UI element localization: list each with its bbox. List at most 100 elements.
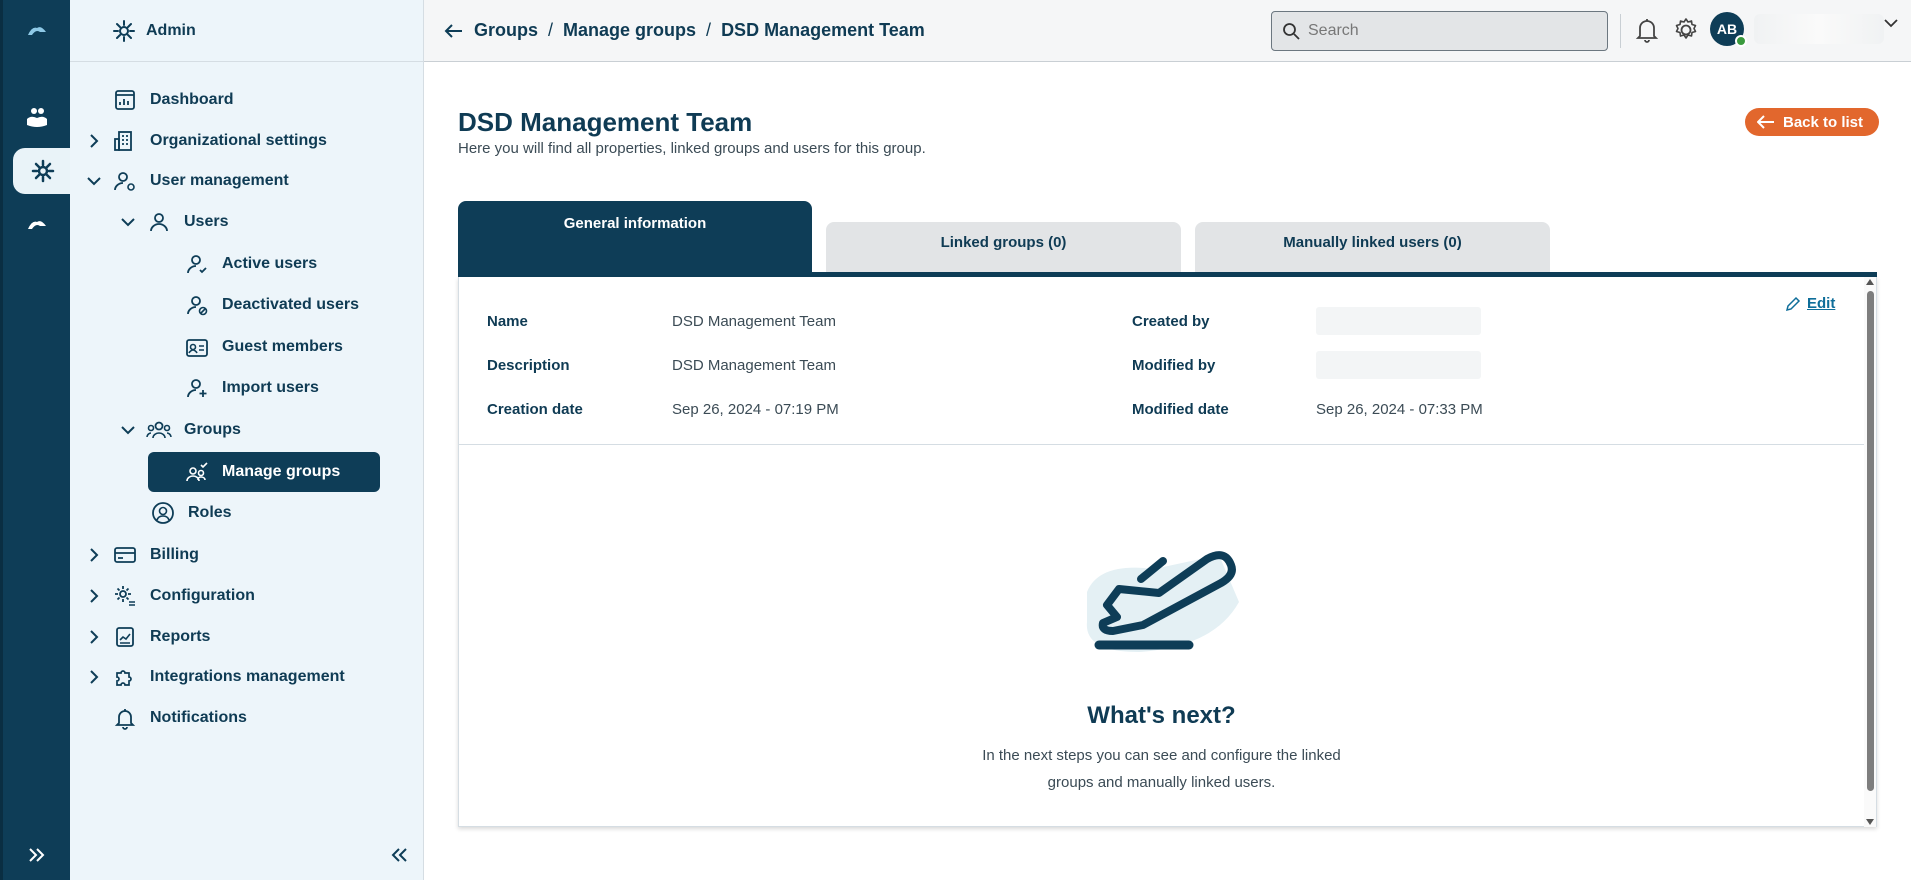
name-value: DSD Management Team (672, 313, 836, 330)
sidebar: Admin Dashboard Organizational settings … (70, 0, 424, 880)
breadcrumb-current: DSD Management Team (721, 20, 925, 40)
chevron-down-icon[interactable] (116, 418, 140, 442)
app-rail (0, 0, 73, 880)
sidebar-item-label: Integrations management (150, 668, 345, 685)
creation-date-value: Sep 26, 2024 - 07:19 PM (672, 401, 839, 418)
empty-state-description: In the next steps you can see and config… (982, 747, 1341, 791)
modified-date-label: Modified date (1132, 401, 1229, 418)
search-box[interactable] (1271, 11, 1608, 51)
sidebar-title: Admin (146, 21, 196, 39)
sidebar-item-label: Import users (222, 379, 319, 396)
description-label: Description (487, 357, 570, 374)
chevron-right-icon[interactable] (82, 129, 106, 153)
scrollbar-thumb[interactable] (1867, 291, 1874, 791)
sidebar-item-user-management[interactable]: User management (82, 161, 289, 201)
notifications-bell-icon[interactable] (1632, 14, 1662, 46)
modified-by-value-redacted (1316, 351, 1481, 379)
building-icon (112, 128, 138, 154)
chevron-right-icon[interactable] (82, 665, 106, 689)
modified-date-value: Sep 26, 2024 - 07:33 PM (1316, 401, 1483, 418)
back-arrow-icon[interactable] (444, 23, 464, 39)
sidebar-item-integrations-management[interactable]: Integrations management (82, 657, 345, 697)
chevron-right-icon[interactable] (82, 625, 106, 649)
online-status-dot (1735, 35, 1747, 47)
user-circle-icon (150, 500, 176, 526)
edit-button[interactable]: Edit (1785, 295, 1835, 312)
main-content: DSD Management Team Here you will find a… (424, 62, 1911, 880)
chevron-right-icon[interactable] (82, 543, 106, 567)
tab-manually-linked-users[interactable]: Manually linked users (0) (1195, 222, 1550, 277)
sidebar-header: Admin (70, 0, 423, 62)
scrollbar[interactable] (1864, 277, 1876, 827)
description-value: DSD Management Team (672, 357, 836, 374)
sidebar-item-label: Notifications (150, 709, 247, 726)
breadcrumb-manage-groups[interactable]: Manage groups (563, 20, 696, 41)
scroll-up-icon[interactable] (1866, 279, 1874, 285)
puzzle-icon (112, 664, 138, 690)
sidebar-item-label: Users (184, 213, 229, 230)
handshake-icon[interactable] (3, 95, 70, 141)
collapse-sidebar-icon[interactable] (387, 842, 413, 868)
sidebar-item-label: Configuration (150, 587, 255, 604)
chevron-down-icon[interactable] (116, 210, 140, 234)
cloud-icon[interactable] (3, 202, 70, 248)
credit-card-icon (112, 542, 138, 568)
sidebar-item-manage-groups[interactable]: Manage groups (148, 452, 380, 492)
page-title: DSD Management Team (458, 107, 753, 137)
user-name-redacted[interactable] (1754, 14, 1884, 44)
divider (1620, 14, 1621, 48)
sidebar-item-roles[interactable]: Roles (150, 493, 232, 533)
sidebar-item-label: Deactivated users (222, 296, 359, 313)
breadcrumb-separator: / (548, 20, 554, 40)
back-to-list-button[interactable]: Back to list (1745, 108, 1880, 136)
chevron-down-icon[interactable] (82, 169, 106, 193)
user-plus-icon (184, 375, 210, 401)
sidebar-item-deactivated-users[interactable]: Deactivated users (184, 285, 359, 325)
expand-rail-icon[interactable] (3, 840, 70, 870)
id-card-icon (184, 334, 210, 360)
sidebar-item-users[interactable]: Users (116, 202, 228, 242)
sidebar-item-import-users[interactable]: Import users (184, 368, 319, 408)
sidebar-item-groups[interactable]: Groups (116, 410, 241, 450)
config-gear-icon (112, 583, 138, 609)
group-icon (146, 417, 172, 443)
sidebar-item-reports[interactable]: Reports (82, 617, 210, 657)
dashboard-icon (112, 87, 138, 113)
sidebar-item-active-users[interactable]: Active users (184, 244, 317, 284)
tab-linked-groups[interactable]: Linked groups (0) (826, 222, 1181, 277)
breadcrumb-groups[interactable]: Groups (474, 20, 538, 41)
empty-state-text: In the next steps you can see and config… (459, 742, 1864, 796)
settings-rail-icon[interactable] (13, 148, 73, 194)
created-by-value-redacted (1316, 307, 1481, 335)
sidebar-item-billing[interactable]: Billing (82, 535, 199, 575)
modified-by-label: Modified by (1132, 357, 1216, 374)
sidebar-item-configuration[interactable]: Configuration (82, 576, 255, 616)
edit-label: Edit (1807, 295, 1836, 312)
search-input[interactable] (1308, 22, 1588, 40)
sidebar-item-label: Groups (184, 421, 241, 438)
sidebar-item-label: Dashboard (150, 91, 234, 108)
settings-gear-icon[interactable] (1671, 14, 1701, 46)
manage-groups-icon (184, 459, 210, 485)
breadcrumb: Groups / Manage groups / DSD Management … (444, 20, 925, 41)
gear-icon (112, 19, 136, 43)
sidebar-item-notifications[interactable]: Notifications (112, 698, 247, 738)
sidebar-item-guest-members[interactable]: Guest members (184, 327, 343, 367)
logo-icon[interactable] (3, 8, 70, 54)
sidebar-item-organizational-settings[interactable]: Organizational settings (82, 121, 327, 161)
sidebar-item-label: Reports (150, 628, 211, 645)
chevron-down-icon[interactable] (1884, 18, 1898, 28)
back-to-list-label: Back to list (1783, 113, 1864, 131)
created-by-label: Created by (1132, 313, 1210, 330)
search-icon (1282, 22, 1300, 40)
name-label: Name (487, 313, 528, 330)
info-grid: Name DSD Management Team Description DSD… (459, 277, 1864, 445)
tab-general-information[interactable]: General information (458, 201, 812, 277)
sidebar-item-label: Active users (222, 255, 318, 272)
scroll-down-icon[interactable] (1866, 819, 1874, 825)
general-info-panel: Name DSD Management Team Description DSD… (458, 277, 1877, 827)
sidebar-item-dashboard[interactable]: Dashboard (112, 80, 234, 120)
chevron-right-icon[interactable] (82, 584, 106, 608)
sidebar-item-label: Organizational settings (150, 132, 327, 149)
sidebar-item-label: Billing (150, 546, 199, 563)
